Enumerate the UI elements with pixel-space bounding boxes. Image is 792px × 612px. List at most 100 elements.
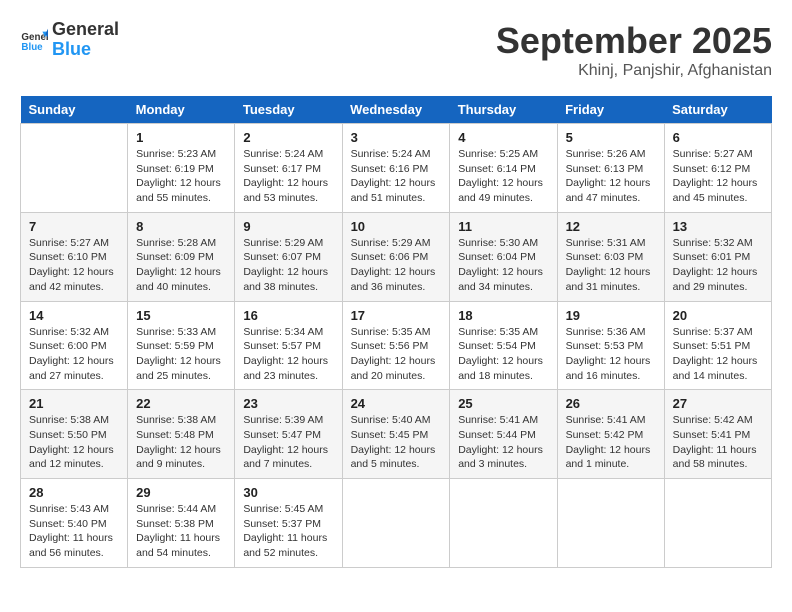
day-cell: 26 Sunrise: 5:41 AM Sunset: 5:42 PM Dayli… — [557, 390, 664, 479]
day-detail: Sunrise: 5:38 AM Sunset: 5:50 PM Dayligh… — [29, 413, 119, 472]
day-number: 17 — [351, 308, 442, 323]
day-detail: Sunrise: 5:42 AM Sunset: 5:41 PM Dayligh… — [673, 413, 763, 472]
day-cell: 22Sunrise: 5:38 AM Sunset: 5:48 PM Dayli… — [128, 390, 235, 479]
day-detail: Sunrise: 5:43 AM Sunset: 5:40 PM Dayligh… — [29, 502, 119, 561]
svg-text:Blue: Blue — [21, 42, 43, 53]
day-number: 12 — [566, 219, 656, 234]
day-detail: Sunrise: 5:35 AM Sunset: 5:54 PM Dayligh… — [458, 325, 548, 384]
day-cell — [664, 479, 771, 568]
day-detail: Sunrise: 5:34 AM Sunset: 5:57 PM Dayligh… — [243, 325, 333, 384]
day-cell: 24 Sunrise: 5:40 AM Sunset: 5:45 PM Dayli… — [342, 390, 450, 479]
day-number: 15 — [136, 308, 226, 323]
day-number: 19 — [566, 308, 656, 323]
day-number: 7 — [29, 219, 119, 234]
day-number: 24 — [351, 396, 442, 411]
day-number: 27 — [673, 396, 763, 411]
day-cell: 8Sunrise: 5:28 AM Sunset: 6:09 PM Daylig… — [128, 212, 235, 301]
day-cell: 4 Sunrise: 5:25 AM Sunset: 6:14 PM Daylig… — [450, 124, 557, 213]
day-cell: 13 Sunrise: 5:32 AM Sunset: 6:01 PM Dayli… — [664, 212, 771, 301]
day-cell — [450, 479, 557, 568]
page-header: General Blue General Blue September 2025… — [20, 20, 772, 80]
day-number: 6 — [673, 130, 763, 145]
day-detail: Sunrise: 5:24 AM Sunset: 6:16 PM Dayligh… — [351, 147, 442, 206]
day-detail: Sunrise: 5:45 AM Sunset: 5:37 PM Dayligh… — [243, 502, 333, 561]
day-cell — [342, 479, 450, 568]
day-cell: 11 Sunrise: 5:30 AM Sunset: 6:04 PM Dayli… — [450, 212, 557, 301]
week-row-3: 21Sunrise: 5:38 AM Sunset: 5:50 PM Dayli… — [21, 390, 772, 479]
calendar-title: September 2025 — [496, 20, 772, 62]
week-row-1: 7 Sunrise: 5:27 AM Sunset: 6:10 PM Daylig… — [21, 212, 772, 301]
day-cell: 20Sunrise: 5:37 AM Sunset: 5:51 PM Dayli… — [664, 301, 771, 390]
day-number: 18 — [458, 308, 548, 323]
day-detail: Sunrise: 5:37 AM Sunset: 5:51 PM Dayligh… — [673, 325, 763, 384]
weekday-header-sunday: Sunday — [21, 96, 128, 124]
day-number: 5 — [566, 130, 656, 145]
day-detail: Sunrise: 5:23 AM Sunset: 6:19 PM Dayligh… — [136, 147, 226, 206]
weekday-header-monday: Monday — [128, 96, 235, 124]
day-number: 11 — [458, 219, 548, 234]
day-detail: Sunrise: 5:41 AM Sunset: 5:44 PM Dayligh… — [458, 413, 548, 472]
day-detail: Sunrise: 5:28 AM Sunset: 6:09 PM Dayligh… — [136, 236, 226, 295]
day-detail: Sunrise: 5:26 AM Sunset: 6:13 PM Dayligh… — [566, 147, 656, 206]
day-detail: Sunrise: 5:33 AM Sunset: 5:59 PM Dayligh… — [136, 325, 226, 384]
day-cell: 7 Sunrise: 5:27 AM Sunset: 6:10 PM Daylig… — [21, 212, 128, 301]
weekday-header-thursday: Thursday — [450, 96, 557, 124]
day-cell: 29 Sunrise: 5:44 AM Sunset: 5:38 PM Dayli… — [128, 479, 235, 568]
day-number: 10 — [351, 219, 442, 234]
day-number: 28 — [29, 485, 119, 500]
day-detail: Sunrise: 5:36 AM Sunset: 5:53 PM Dayligh… — [566, 325, 656, 384]
logo-text-blue: Blue — [52, 40, 119, 60]
day-cell: 17 Sunrise: 5:35 AM Sunset: 5:56 PM Dayli… — [342, 301, 450, 390]
day-detail: Sunrise: 5:32 AM Sunset: 6:00 PM Dayligh… — [29, 325, 119, 384]
logo-text-general: General — [52, 20, 119, 40]
day-number: 16 — [243, 308, 333, 323]
day-detail: Sunrise: 5:27 AM Sunset: 6:10 PM Dayligh… — [29, 236, 119, 295]
day-cell: 10 Sunrise: 5:29 AM Sunset: 6:06 PM Dayli… — [342, 212, 450, 301]
weekday-header-tuesday: Tuesday — [235, 96, 342, 124]
day-detail: Sunrise: 5:24 AM Sunset: 6:17 PM Dayligh… — [243, 147, 333, 206]
week-row-2: 14 Sunrise: 5:32 AM Sunset: 6:00 PM Dayli… — [21, 301, 772, 390]
day-number: 2 — [243, 130, 333, 145]
day-cell — [21, 124, 128, 213]
day-detail: Sunrise: 5:41 AM Sunset: 5:42 PM Dayligh… — [566, 413, 656, 472]
day-number: 23 — [243, 396, 333, 411]
day-cell: 21Sunrise: 5:38 AM Sunset: 5:50 PM Dayli… — [21, 390, 128, 479]
weekday-header-wednesday: Wednesday — [342, 96, 450, 124]
day-number: 3 — [351, 130, 442, 145]
day-detail: Sunrise: 5:30 AM Sunset: 6:04 PM Dayligh… — [458, 236, 548, 295]
day-cell: 6 Sunrise: 5:27 AM Sunset: 6:12 PM Daylig… — [664, 124, 771, 213]
weekday-header-saturday: Saturday — [664, 96, 771, 124]
day-cell: 27 Sunrise: 5:42 AM Sunset: 5:41 PM Dayli… — [664, 390, 771, 479]
day-detail: Sunrise: 5:31 AM Sunset: 6:03 PM Dayligh… — [566, 236, 656, 295]
day-number: 13 — [673, 219, 763, 234]
day-cell: 12 Sunrise: 5:31 AM Sunset: 6:03 PM Dayli… — [557, 212, 664, 301]
day-detail: Sunrise: 5:35 AM Sunset: 5:56 PM Dayligh… — [351, 325, 442, 384]
day-number: 1 — [136, 130, 226, 145]
weekday-header-row: SundayMondayTuesdayWednesdayThursdayFrid… — [21, 96, 772, 124]
day-detail: Sunrise: 5:39 AM Sunset: 5:47 PM Dayligh… — [243, 413, 333, 472]
day-cell: 23 Sunrise: 5:39 AM Sunset: 5:47 PM Dayli… — [235, 390, 342, 479]
day-cell: 28 Sunrise: 5:43 AM Sunset: 5:40 PM Dayli… — [21, 479, 128, 568]
day-detail: Sunrise: 5:29 AM Sunset: 6:06 PM Dayligh… — [351, 236, 442, 295]
day-number: 29 — [136, 485, 226, 500]
day-detail: Sunrise: 5:32 AM Sunset: 6:01 PM Dayligh… — [673, 236, 763, 295]
week-row-4: 28 Sunrise: 5:43 AM Sunset: 5:40 PM Dayli… — [21, 479, 772, 568]
day-number: 14 — [29, 308, 119, 323]
day-number: 4 — [458, 130, 548, 145]
day-number: 25 — [458, 396, 548, 411]
day-cell: 19 Sunrise: 5:36 AM Sunset: 5:53 PM Dayli… — [557, 301, 664, 390]
day-cell: 3 Sunrise: 5:24 AM Sunset: 6:16 PM Daylig… — [342, 124, 450, 213]
day-detail: Sunrise: 5:29 AM Sunset: 6:07 PM Dayligh… — [243, 236, 333, 295]
day-cell: 14 Sunrise: 5:32 AM Sunset: 6:00 PM Dayli… — [21, 301, 128, 390]
day-detail: Sunrise: 5:44 AM Sunset: 5:38 PM Dayligh… — [136, 502, 226, 561]
day-cell — [557, 479, 664, 568]
day-detail: Sunrise: 5:25 AM Sunset: 6:14 PM Dayligh… — [458, 147, 548, 206]
day-cell: 5 Sunrise: 5:26 AM Sunset: 6:13 PM Daylig… — [557, 124, 664, 213]
day-cell: 15 Sunrise: 5:33 AM Sunset: 5:59 PM Dayli… — [128, 301, 235, 390]
day-detail: Sunrise: 5:40 AM Sunset: 5:45 PM Dayligh… — [351, 413, 442, 472]
day-cell: 2 Sunrise: 5:24 AM Sunset: 6:17 PM Daylig… — [235, 124, 342, 213]
day-detail: Sunrise: 5:27 AM Sunset: 6:12 PM Dayligh… — [673, 147, 763, 206]
day-cell: 9Sunrise: 5:29 AM Sunset: 6:07 PM Daylig… — [235, 212, 342, 301]
day-cell: 16 Sunrise: 5:34 AM Sunset: 5:57 PM Dayli… — [235, 301, 342, 390]
day-number: 26 — [566, 396, 656, 411]
